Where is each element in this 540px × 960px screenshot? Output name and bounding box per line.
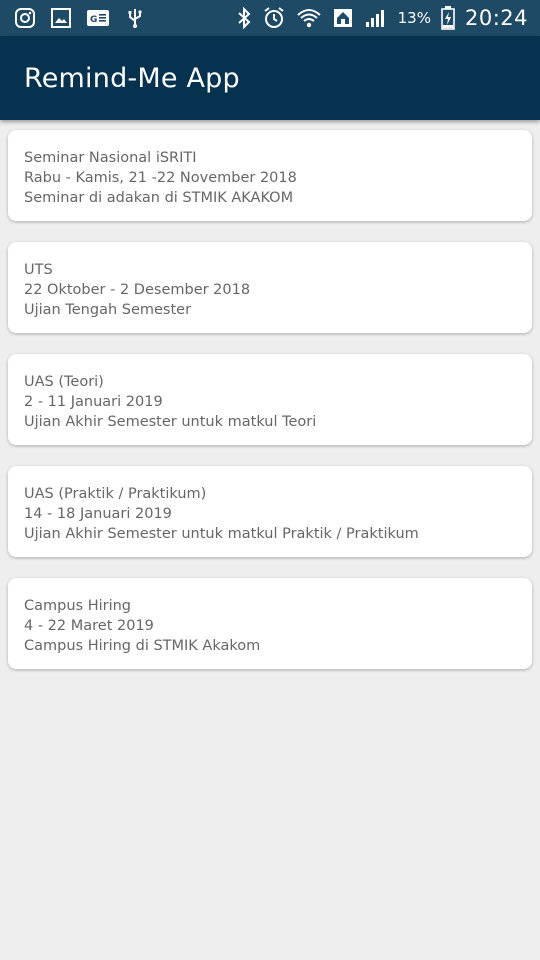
reminder-title: Campus Hiring <box>24 598 132 614</box>
bluetooth-icon <box>236 7 252 29</box>
reminder-date: 22 Oktober - 2 Desember 2018 <box>24 282 251 298</box>
home-icon <box>332 7 354 29</box>
reminder-date: Rabu - Kamis, 21 -22 November 2018 <box>24 170 297 186</box>
reminder-card[interactable]: Seminar Nasional iSRITI Rabu - Kamis, 21… <box>8 130 532 221</box>
reminder-date: 14 - 18 Januari 2019 <box>24 506 172 522</box>
alarm-icon <box>262 6 286 30</box>
reminder-card[interactable]: UAS (Teori) 2 - 11 Januari 2019 Ujian Ak… <box>8 354 532 445</box>
clock: 20:24 <box>464 6 528 30</box>
app-title: Remind-Me App <box>24 62 240 94</box>
reminder-description: Seminar di adakan di STMIK AKAKOM <box>24 190 294 206</box>
reminder-card[interactable]: UTS 22 Oktober - 2 Desember 2018 Ujian T… <box>8 242 532 333</box>
reminder-title: UAS (Praktik / Praktikum) <box>24 486 207 502</box>
usb-icon <box>124 7 146 29</box>
translate-icon: G <box>86 8 110 28</box>
battery-icon <box>441 6 455 30</box>
reminder-title: Seminar Nasional iSRITI <box>24 150 197 166</box>
reminder-description: Campus Hiring di STMIK Akakom <box>24 638 261 654</box>
gallery-icon <box>50 7 72 29</box>
reminder-title: UAS (Teori) <box>24 374 104 390</box>
reminder-title: UTS <box>24 262 53 278</box>
signal-icon <box>364 7 388 29</box>
app-bar: Remind-Me App <box>0 36 540 120</box>
battery-percentage: 13% <box>397 9 431 27</box>
reminder-description: Ujian Akhir Semester untuk matkul Prakti… <box>24 526 419 542</box>
reminder-card[interactable]: UAS (Praktik / Praktikum) 14 - 18 Januar… <box>8 466 532 557</box>
reminder-description: Ujian Tengah Semester <box>24 302 192 318</box>
wifi-icon <box>296 7 322 29</box>
status-bar: G 13% 20:24 <box>0 0 540 36</box>
reminder-card[interactable]: Campus Hiring 4 - 22 Maret 2019 Campus H… <box>8 578 532 669</box>
reminder-date: 2 - 11 Januari 2019 <box>24 394 163 410</box>
svg-text:G: G <box>90 15 97 25</box>
reminder-description: Ujian Akhir Semester untuk matkul Teori <box>24 414 317 430</box>
reminder-list: Seminar Nasional iSRITI Rabu - Kamis, 21… <box>8 130 532 690</box>
instagram-icon <box>14 7 36 29</box>
reminder-date: 4 - 22 Maret 2019 <box>24 618 154 634</box>
